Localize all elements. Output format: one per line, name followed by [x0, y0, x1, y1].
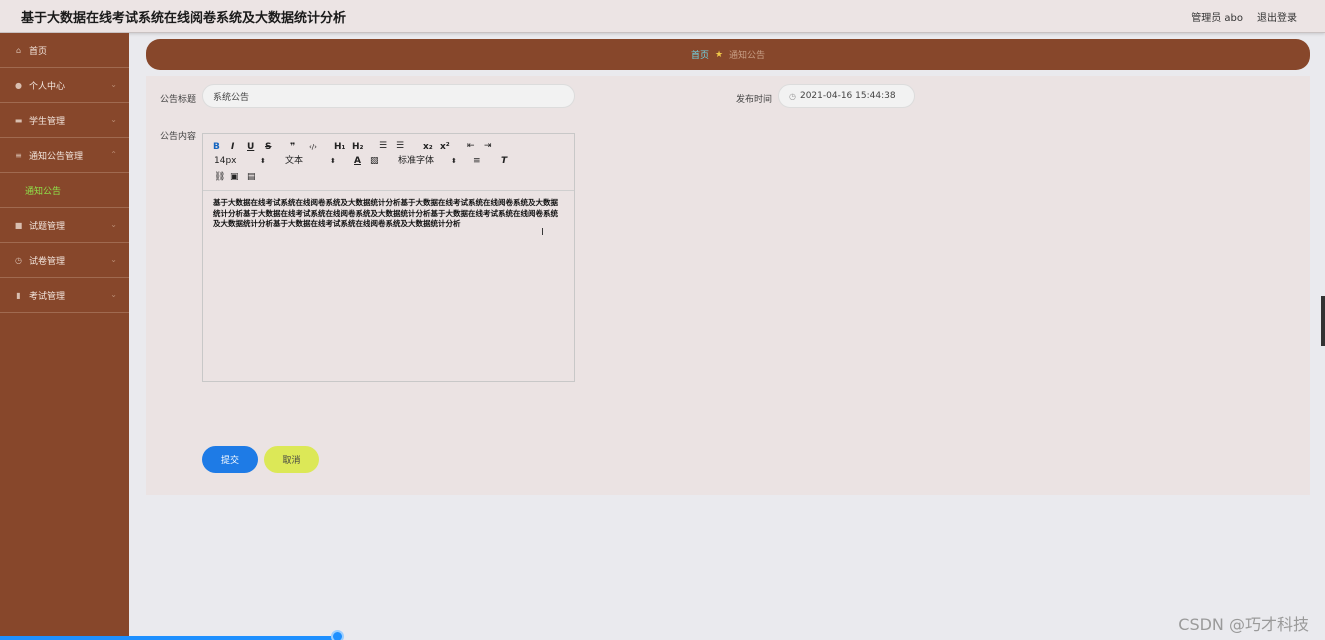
editor-toolbar: B I U S ❞ ‹/› H₁ H₂ ☰ ☰ x₂ x² ⇤ ⇥ 14px ⬍… — [203, 134, 574, 191]
cancel-button[interactable]: 取消 — [264, 446, 319, 473]
title-input[interactable]: 系统公告 — [202, 84, 575, 108]
chat-icon: ■ — [14, 220, 23, 230]
sidebar-item-home[interactable]: ⌂ 首页 — [0, 33, 129, 68]
sidebar-item-notice-management[interactable]: ≡ 通知公告管理 ⌃ — [0, 138, 129, 173]
list-icon: ▬ — [14, 115, 23, 125]
text-cursor-icon: I — [541, 227, 544, 238]
sidebar-item-label: 试题管理 — [29, 221, 66, 232]
italic-button[interactable]: I — [231, 142, 234, 152]
editor-content[interactable]: 基于大数据在线考试系统在线阅卷系统及大数据统计分析基于大数据在线考试系统在线阅卷… — [213, 198, 563, 230]
underline-button[interactable]: U — [247, 142, 254, 152]
home-icon: ⌂ — [15, 45, 22, 55]
chevron-down-icon: ⌄ — [110, 220, 117, 229]
ordered-list-icon[interactable]: ☰ — [379, 141, 387, 151]
quote-button[interactable]: ❞ — [290, 142, 295, 152]
time-label: 发布时间 — [736, 95, 773, 105]
person-icon: ● — [15, 80, 22, 90]
sidebar-item-label: 试卷管理 — [29, 256, 66, 267]
title-label: 公告标题 — [160, 95, 197, 105]
image-icon[interactable]: ▣ — [230, 172, 239, 182]
form-panel: 公告标题 系统公告 发布时间 ◷ 2021-04-16 15:44:38 公告内… — [146, 76, 1310, 495]
sidebar-item-label: 个人中心 — [29, 81, 66, 92]
superscript-button[interactable]: x² — [440, 142, 450, 152]
chevron-up-icon: ⌃ — [110, 150, 117, 159]
sidebar-item-personal[interactable]: ● 个人中心 ⌄ — [0, 68, 129, 103]
submit-button[interactable]: 提交 — [202, 446, 258, 473]
chevron-down-icon: ⌄ — [110, 255, 117, 264]
breadcrumb-home[interactable]: 首页 — [691, 48, 709, 61]
clear-format-icon[interactable]: T — [501, 156, 507, 166]
chart-icon: ▮ — [16, 290, 21, 300]
clock-icon: ◷ — [789, 91, 796, 101]
sidebar-item-label: 考试管理 — [29, 291, 66, 302]
app-title: 基于大数据在线考试系统在线阅卷系统及大数据统计分析 — [21, 11, 347, 26]
star-icon: ★ — [714, 49, 724, 60]
clock-icon: ◷ — [15, 255, 22, 265]
time-value: 2021-04-16 15:44:38 — [799, 91, 896, 101]
align-left-icon[interactable]: ≡ — [473, 156, 481, 166]
chevron-down-icon: ⌄ — [110, 290, 117, 299]
logout-link[interactable]: 退出登录 — [1257, 9, 1297, 24]
indent-icon[interactable]: ⇥ — [484, 141, 492, 151]
chevron-down-icon: ⌄ — [110, 80, 117, 89]
top-header: 基于大数据在线考试系统在线阅卷系统及大数据统计分析 管理员 abo 退出登录 — [0, 0, 1325, 33]
font-size-select[interactable]: 14px — [214, 156, 237, 166]
h1-button[interactable]: H₁ — [334, 142, 345, 152]
chevron-updown-icon: ⬍ — [260, 157, 266, 165]
font-color-icon[interactable]: A — [354, 156, 361, 166]
rich-text-editor[interactable]: B I U S ❞ ‹/› H₁ H₂ ☰ ☰ x₂ x² ⇤ ⇥ 14px ⬍… — [202, 133, 575, 382]
sidebar-item-papers[interactable]: ◷ 试卷管理 ⌄ — [0, 243, 129, 278]
background-color-icon[interactable]: ▧ — [370, 156, 379, 166]
code-button[interactable]: ‹/› — [309, 142, 317, 152]
sidebar-subitem-notice[interactable]: 通知公告 — [0, 173, 129, 208]
user-label: 管理员 abo — [1191, 13, 1243, 24]
link-icon[interactable]: ⛓ — [214, 172, 225, 182]
text-type-select[interactable]: 文本 — [285, 156, 303, 166]
sidebar: ⌂ 首页 ● 个人中心 ⌄ ▬ 学生管理 ⌄ ≡ 通知公告管理 ⌃ 通知公告 ■… — [0, 33, 129, 640]
progress-bar — [0, 636, 336, 640]
bullet-list-icon[interactable]: ☰ — [396, 141, 404, 151]
strike-button[interactable]: S — [265, 142, 271, 152]
time-input[interactable]: ◷ 2021-04-16 15:44:38 — [778, 84, 915, 108]
bold-button[interactable]: B — [213, 142, 220, 152]
h2-button[interactable]: H₂ — [352, 142, 363, 152]
chevron-updown-icon: ⬍ — [451, 157, 457, 165]
sidebar-item-exams[interactable]: ▮ 考试管理 ⌄ — [0, 278, 129, 313]
scroll-edge[interactable] — [1321, 296, 1325, 346]
outdent-icon[interactable]: ⇤ — [467, 141, 475, 151]
sidebar-item-students[interactable]: ▬ 学生管理 ⌄ — [0, 103, 129, 138]
font-family-select[interactable]: 标准字体 — [398, 156, 434, 166]
sidebar-item-label: 通知公告管理 — [29, 151, 84, 162]
sidebar-item-questions[interactable]: ■ 试题管理 ⌄ — [0, 208, 129, 243]
watermark: CSDN @巧才科技 — [1178, 615, 1309, 634]
video-icon[interactable]: ▤ — [247, 172, 256, 182]
subscript-button[interactable]: x₂ — [423, 142, 433, 152]
progress-handle[interactable] — [331, 630, 344, 640]
sidebar-item-label: 首页 — [29, 46, 48, 57]
breadcrumb-current: 通知公告 — [729, 51, 766, 61]
chevron-down-icon: ⌄ — [110, 115, 117, 124]
chevron-updown-icon: ⬍ — [330, 157, 336, 165]
sidebar-item-label: 学生管理 — [29, 116, 66, 127]
breadcrumb: 首页 ★ 通知公告 — [146, 39, 1310, 70]
content-label: 公告内容 — [160, 132, 197, 142]
settings-icon: ≡ — [15, 150, 22, 160]
